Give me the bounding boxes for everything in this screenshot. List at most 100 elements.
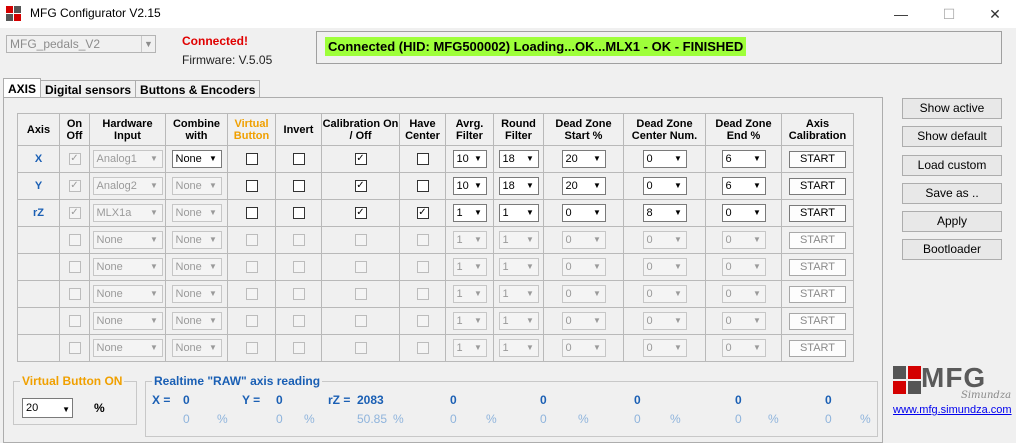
axis-calibration-start-button[interactable]: START	[789, 339, 846, 357]
round-filter-select[interactable]: 1 ▼	[498, 258, 539, 276]
mfg-website-link[interactable]: www.mfg.simundza.com	[893, 404, 1012, 416]
axis-calibration-start-button[interactable]: START	[789, 312, 846, 330]
dead-zone-center-select[interactable]: 0 ▼	[642, 150, 687, 168]
on-off-checkbox[interactable]	[68, 261, 81, 274]
have-center-checkbox[interactable]	[416, 342, 429, 355]
dead-zone-end-select[interactable]: 6 ▼	[721, 177, 766, 195]
dead-zone-center-select[interactable]: 0 ▼	[642, 231, 687, 249]
combine-with-select[interactable]: None ▼	[171, 204, 222, 222]
avrg-filter-select[interactable]: 10 ▼	[452, 177, 487, 195]
virtual-button-checkbox[interactable]	[245, 315, 258, 328]
invert-checkbox[interactable]	[292, 207, 305, 220]
combine-with-select[interactable]: None ▼	[171, 231, 222, 249]
on-off-checkbox[interactable]: ✓	[68, 180, 81, 193]
minimize-button[interactable]: —	[878, 0, 924, 28]
avrg-filter-select[interactable]: 1 ▼	[452, 339, 487, 357]
avrg-filter-select[interactable]: 1 ▼	[452, 231, 487, 249]
calibration-checkbox[interactable]	[354, 234, 367, 247]
dead-zone-start-select[interactable]: 0 ▼	[561, 339, 606, 357]
round-filter-select[interactable]: 18 ▼	[498, 150, 539, 168]
save-as-button[interactable]: Save as ..	[902, 183, 1002, 204]
axis-calibration-start-button[interactable]: START	[789, 258, 846, 276]
invert-checkbox[interactable]	[292, 153, 305, 166]
round-filter-select[interactable]: 18 ▼	[498, 177, 539, 195]
dead-zone-center-select[interactable]: 0 ▼	[642, 258, 687, 276]
have-center-checkbox[interactable]	[416, 315, 429, 328]
axis-calibration-start-button[interactable]: START	[789, 150, 846, 168]
invert-checkbox[interactable]	[292, 342, 305, 355]
calibration-checkbox[interactable]	[354, 315, 367, 328]
virtual-button-threshold-select[interactable]: 20 ▼	[22, 398, 73, 418]
dead-zone-start-select[interactable]: 0 ▼	[561, 312, 606, 330]
virtual-button-checkbox[interactable]	[245, 234, 258, 247]
dead-zone-end-select[interactable]: 6 ▼	[721, 150, 766, 168]
dead-zone-start-select[interactable]: 20 ▼	[561, 150, 606, 168]
have-center-checkbox[interactable]	[416, 234, 429, 247]
axis-calibration-start-button[interactable]: START	[789, 231, 846, 249]
axis-calibration-start-button[interactable]: START	[789, 177, 846, 195]
dead-zone-start-select[interactable]: 20 ▼	[561, 177, 606, 195]
have-center-checkbox[interactable]	[416, 180, 429, 193]
on-off-checkbox[interactable]: ✓	[68, 153, 81, 166]
round-filter-select[interactable]: 1 ▼	[498, 312, 539, 330]
virtual-button-checkbox[interactable]	[245, 342, 258, 355]
dead-zone-center-select[interactable]: 0 ▼	[642, 339, 687, 357]
have-center-checkbox[interactable]	[416, 153, 429, 166]
avrg-filter-select[interactable]: 1 ▼	[452, 285, 487, 303]
invert-checkbox[interactable]	[292, 261, 305, 274]
on-off-checkbox[interactable]	[68, 315, 81, 328]
have-center-checkbox[interactable]: ✓	[416, 207, 429, 220]
combine-with-select[interactable]: None ▼	[171, 258, 222, 276]
avrg-filter-select[interactable]: 1 ▼	[452, 258, 487, 276]
invert-checkbox[interactable]	[292, 288, 305, 301]
hardware-input-select[interactable]: None ▼	[92, 339, 163, 357]
calibration-checkbox[interactable]	[354, 288, 367, 301]
dead-zone-end-select[interactable]: 0 ▼	[721, 312, 766, 330]
on-off-checkbox[interactable]	[68, 342, 81, 355]
calibration-checkbox[interactable]	[354, 261, 367, 274]
combine-with-select[interactable]: None ▼	[171, 150, 222, 168]
avrg-filter-select[interactable]: 1 ▼	[452, 204, 487, 222]
show-default-button[interactable]: Show default	[902, 126, 1002, 147]
hardware-input-select[interactable]: None ▼	[92, 231, 163, 249]
dead-zone-end-select[interactable]: 0 ▼	[721, 258, 766, 276]
apply-button[interactable]: Apply	[902, 211, 1002, 232]
round-filter-select[interactable]: 1 ▼	[498, 204, 539, 222]
calibration-checkbox[interactable]	[354, 342, 367, 355]
dead-zone-center-select[interactable]: 8 ▼	[642, 204, 687, 222]
combine-with-select[interactable]: None ▼	[171, 285, 222, 303]
dead-zone-start-select[interactable]: 0 ▼	[561, 204, 606, 222]
combine-with-select[interactable]: None ▼	[171, 339, 222, 357]
dead-zone-end-select[interactable]: 0 ▼	[721, 231, 766, 249]
show-active-button[interactable]: Show active	[902, 98, 1002, 119]
avrg-filter-select[interactable]: 1 ▼	[452, 312, 487, 330]
invert-checkbox[interactable]	[292, 234, 305, 247]
close-button[interactable]: ✕	[972, 0, 1016, 28]
dead-zone-end-select[interactable]: 0 ▼	[721, 285, 766, 303]
calibration-checkbox[interactable]: ✓	[354, 207, 367, 220]
round-filter-select[interactable]: 1 ▼	[498, 339, 539, 357]
dead-zone-center-select[interactable]: 0 ▼	[642, 285, 687, 303]
on-off-checkbox[interactable]	[68, 234, 81, 247]
hardware-input-select[interactable]: None ▼	[92, 258, 163, 276]
hardware-input-select[interactable]: None ▼	[92, 312, 163, 330]
combine-with-select[interactable]: None ▼	[171, 177, 222, 195]
hardware-input-select[interactable]: None ▼	[92, 285, 163, 303]
dead-zone-center-select[interactable]: 0 ▼	[642, 177, 687, 195]
load-custom-button[interactable]: Load custom	[902, 155, 1002, 176]
have-center-checkbox[interactable]	[416, 288, 429, 301]
calibration-checkbox[interactable]: ✓	[354, 153, 367, 166]
round-filter-select[interactable]: 1 ▼	[498, 285, 539, 303]
on-off-checkbox[interactable]	[68, 288, 81, 301]
dead-zone-start-select[interactable]: 0 ▼	[561, 285, 606, 303]
dead-zone-end-select[interactable]: 0 ▼	[721, 339, 766, 357]
virtual-button-checkbox[interactable]	[245, 261, 258, 274]
dead-zone-start-select[interactable]: 0 ▼	[561, 258, 606, 276]
virtual-button-checkbox[interactable]	[245, 288, 258, 301]
dead-zone-start-select[interactable]: 0 ▼	[561, 231, 606, 249]
virtual-button-checkbox[interactable]	[245, 207, 258, 220]
combine-with-select[interactable]: None ▼	[171, 312, 222, 330]
axis-calibration-start-button[interactable]: START	[789, 285, 846, 303]
hardware-input-select[interactable]: Analog2 ▼	[92, 177, 163, 195]
bootloader-button[interactable]: Bootloader	[902, 239, 1002, 260]
